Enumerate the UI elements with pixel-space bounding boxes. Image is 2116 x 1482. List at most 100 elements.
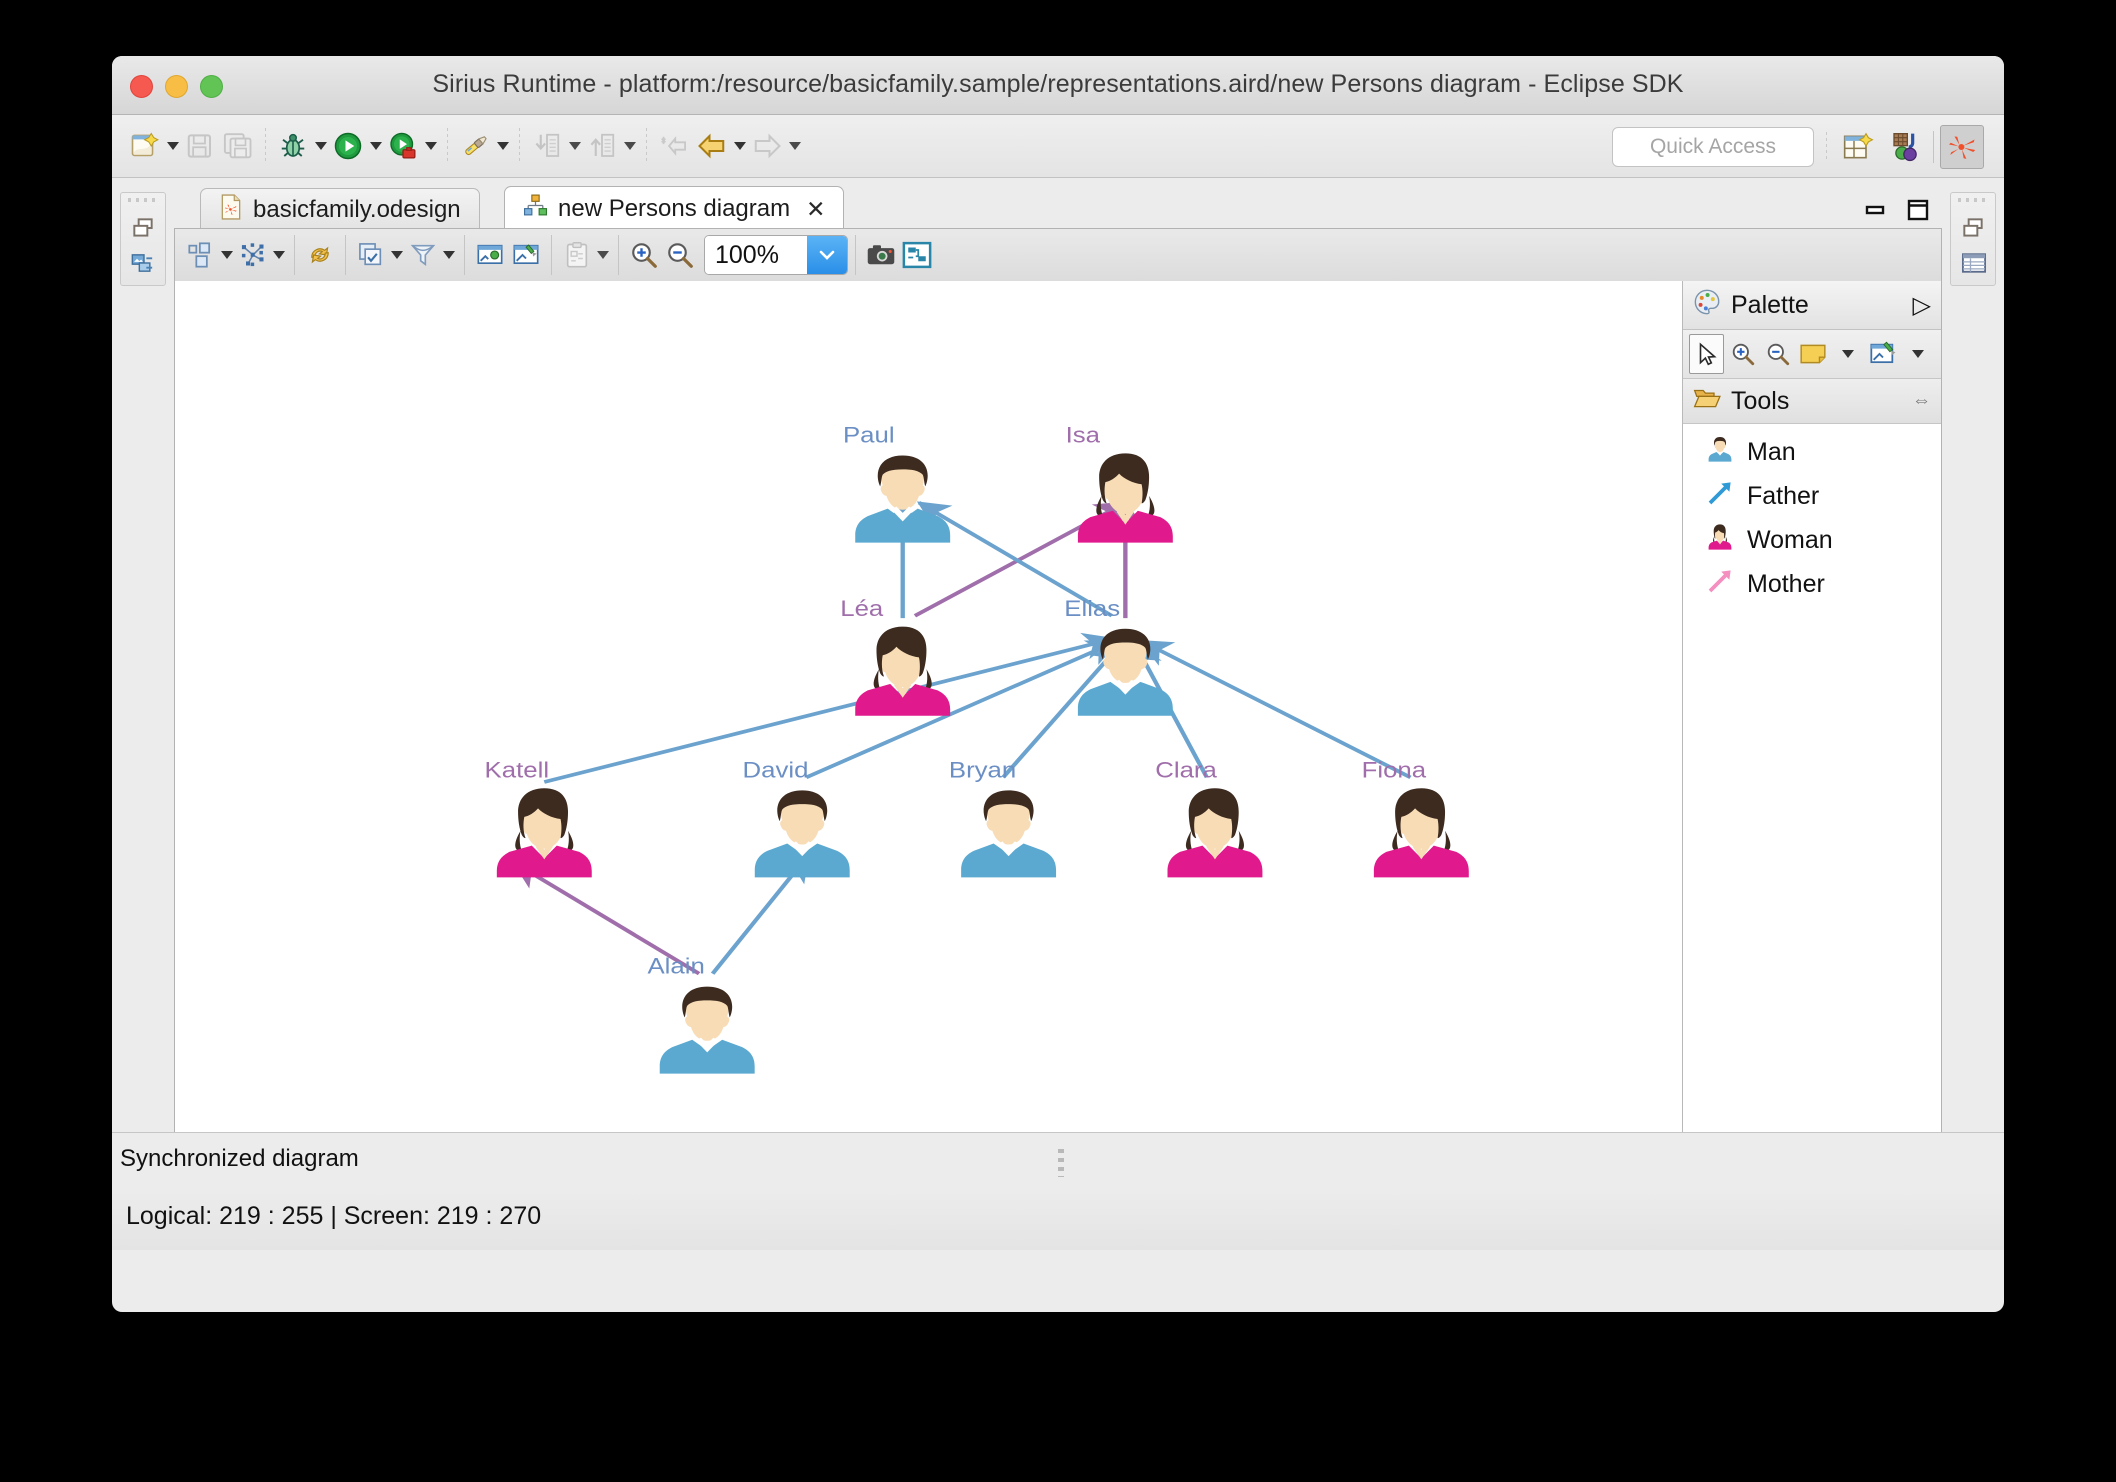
- diagram-canvas[interactable]: Paul Isa Léa Elias Katell David Bryan Cl…: [175, 281, 1682, 1193]
- node-alain[interactable]: Alain: [647, 954, 755, 1074]
- properties-view-icon[interactable]: [1960, 249, 1988, 277]
- folder-open-icon: [1693, 386, 1721, 417]
- palette-item-label: Man: [1747, 437, 1796, 466]
- palette-item-label: Woman: [1747, 525, 1833, 554]
- run-dropdown[interactable]: [367, 123, 384, 169]
- status-coordinates: Logical: 219 : 255 | Screen: 219 : 270: [126, 1202, 542, 1230]
- node-label-elias: Elias: [1064, 597, 1120, 622]
- restore-view-icon[interactable]: [130, 215, 156, 241]
- zoom-value[interactable]: 100%: [705, 236, 807, 274]
- status-bar: Synchronized diagram Logical: 219 : 255 …: [112, 1132, 2004, 1250]
- diagram-edges: [512, 498, 1412, 976]
- palette-item-father[interactable]: Father: [1683, 474, 1941, 518]
- import-dropdown[interactable]: [566, 123, 583, 169]
- node-lea[interactable]: Léa: [840, 597, 951, 716]
- status-bar-grip[interactable]: [1058, 1149, 1064, 1177]
- model-explorer-icon[interactable]: [130, 249, 158, 277]
- pin-elements-button[interactable]: [472, 235, 508, 275]
- palette-item-mother[interactable]: Mother: [1683, 562, 1941, 606]
- refresh-diagram-button[interactable]: [302, 235, 338, 275]
- maximize-editor-button[interactable]: [1906, 198, 1930, 222]
- filters-button[interactable]: [405, 235, 441, 275]
- node-label-fiona: Fiona: [1362, 758, 1427, 783]
- export-image-button[interactable]: [863, 235, 899, 275]
- tab-basicfamily-odesign[interactable]: basicfamily.odesign: [200, 188, 480, 231]
- zoom-out-button[interactable]: [662, 235, 698, 275]
- forward-dropdown[interactable]: [786, 123, 803, 169]
- select-elements-button[interactable]: [235, 235, 271, 275]
- editor-window-controls: [1864, 198, 1930, 222]
- run-external-tools-dropdown[interactable]: [422, 123, 439, 169]
- trim-handle-dots-right[interactable]: [1958, 198, 1988, 202]
- tab-label: new Persons diagram: [558, 195, 791, 222]
- debug-button[interactable]: [274, 123, 312, 169]
- editor-tab-row: basicfamily.odesign new Persons diagram …: [174, 184, 1942, 231]
- arrange-all-dropdown[interactable]: [219, 235, 235, 275]
- run-external-tools-button[interactable]: [384, 123, 422, 169]
- previous-annotation-button: [655, 123, 693, 169]
- tab-close-icon[interactable]: ✕: [806, 196, 825, 223]
- minimize-editor-button[interactable]: [1864, 201, 1886, 219]
- node-label-lea: Léa: [840, 597, 884, 622]
- zoom-in-button[interactable]: [626, 235, 662, 275]
- node-paul[interactable]: Paul: [843, 423, 951, 543]
- sirius-perspective-button[interactable]: [1940, 125, 1984, 169]
- node-isa[interactable]: Isa: [1066, 423, 1173, 543]
- new-wizard-dropdown[interactable]: [164, 123, 181, 169]
- node-label-clara: Clara: [1155, 758, 1217, 783]
- note-attachment-tool-dropdown[interactable]: [1902, 335, 1935, 373]
- toolbar-separator-4: [646, 128, 647, 164]
- new-wizard-button[interactable]: [126, 123, 164, 169]
- trim-handle-dots[interactable]: [128, 198, 158, 202]
- left-trim-stack: [120, 192, 166, 286]
- unpin-elements-button[interactable]: [508, 235, 544, 275]
- tab-new-persons-diagram[interactable]: new Persons diagram ✕: [504, 186, 845, 231]
- select-tool-button[interactable]: [1689, 334, 1725, 374]
- workbench-body: basicfamily.odesign new Persons diagram …: [112, 178, 2004, 1250]
- quick-access-input[interactable]: Quick Access: [1612, 127, 1814, 167]
- java-perspective-button[interactable]: [1885, 126, 1927, 168]
- zoom-in-tool-button[interactable]: [1726, 335, 1759, 373]
- node-fiona[interactable]: Fiona: [1362, 758, 1469, 878]
- zoom-combo[interactable]: 100%: [704, 235, 848, 275]
- show-outline-button[interactable]: [899, 235, 935, 275]
- arrange-all-button[interactable]: [183, 235, 219, 275]
- node-katell[interactable]: Katell: [485, 758, 592, 878]
- select-elements-dropdown[interactable]: [271, 235, 287, 275]
- palette-expand-icon[interactable]: ▷: [1913, 291, 1931, 320]
- new-sirius-dropdown[interactable]: [494, 123, 511, 169]
- new-sirius-project-button[interactable]: [456, 123, 494, 169]
- filters-dropdown[interactable]: [441, 235, 457, 275]
- zoom-out-tool-button[interactable]: [1761, 335, 1794, 373]
- palette-pin-icon[interactable]: ⇔: [1912, 390, 1931, 412]
- layers-button[interactable]: [353, 235, 389, 275]
- perspective-divider: [1933, 131, 1934, 163]
- palette-item-label: Mother: [1747, 569, 1825, 598]
- note-tool-dropdown[interactable]: [1832, 335, 1865, 373]
- paste-format-dropdown[interactable]: [595, 235, 611, 275]
- note-attachment-tool-button[interactable]: [1867, 335, 1900, 373]
- palette-panel: Palette ▷ Tools ⇔ Man Father Woman Mothe…: [1682, 281, 1941, 1193]
- open-perspective-button[interactable]: [1837, 126, 1879, 168]
- palette-section-tools[interactable]: Tools ⇔: [1683, 379, 1941, 424]
- palette-item-woman[interactable]: Woman: [1683, 518, 1941, 562]
- zoom-dropdown-arrow[interactable]: [807, 236, 847, 274]
- restore-view-icon-right[interactable]: [1960, 215, 1986, 241]
- diagram-toolbar-sep-4: [551, 235, 552, 275]
- import-button: [528, 123, 566, 169]
- palette-title: Palette: [1731, 290, 1809, 319]
- debug-dropdown[interactable]: [312, 123, 329, 169]
- layers-dropdown[interactable]: [389, 235, 405, 275]
- node-clara[interactable]: Clara: [1155, 758, 1263, 878]
- woman-icon: [1705, 522, 1735, 559]
- tab-label: basicfamily.odesign: [253, 196, 461, 223]
- back-dropdown[interactable]: [731, 123, 748, 169]
- node-bryan[interactable]: Bryan: [949, 758, 1057, 878]
- main-toolbar: Quick Access: [112, 115, 2004, 178]
- note-tool-button[interactable]: [1796, 335, 1829, 373]
- back-button[interactable]: [693, 123, 731, 169]
- palette-item-man[interactable]: Man: [1683, 430, 1941, 474]
- export-dropdown[interactable]: [621, 123, 638, 169]
- run-button[interactable]: [329, 123, 367, 169]
- node-david[interactable]: David: [743, 758, 850, 878]
